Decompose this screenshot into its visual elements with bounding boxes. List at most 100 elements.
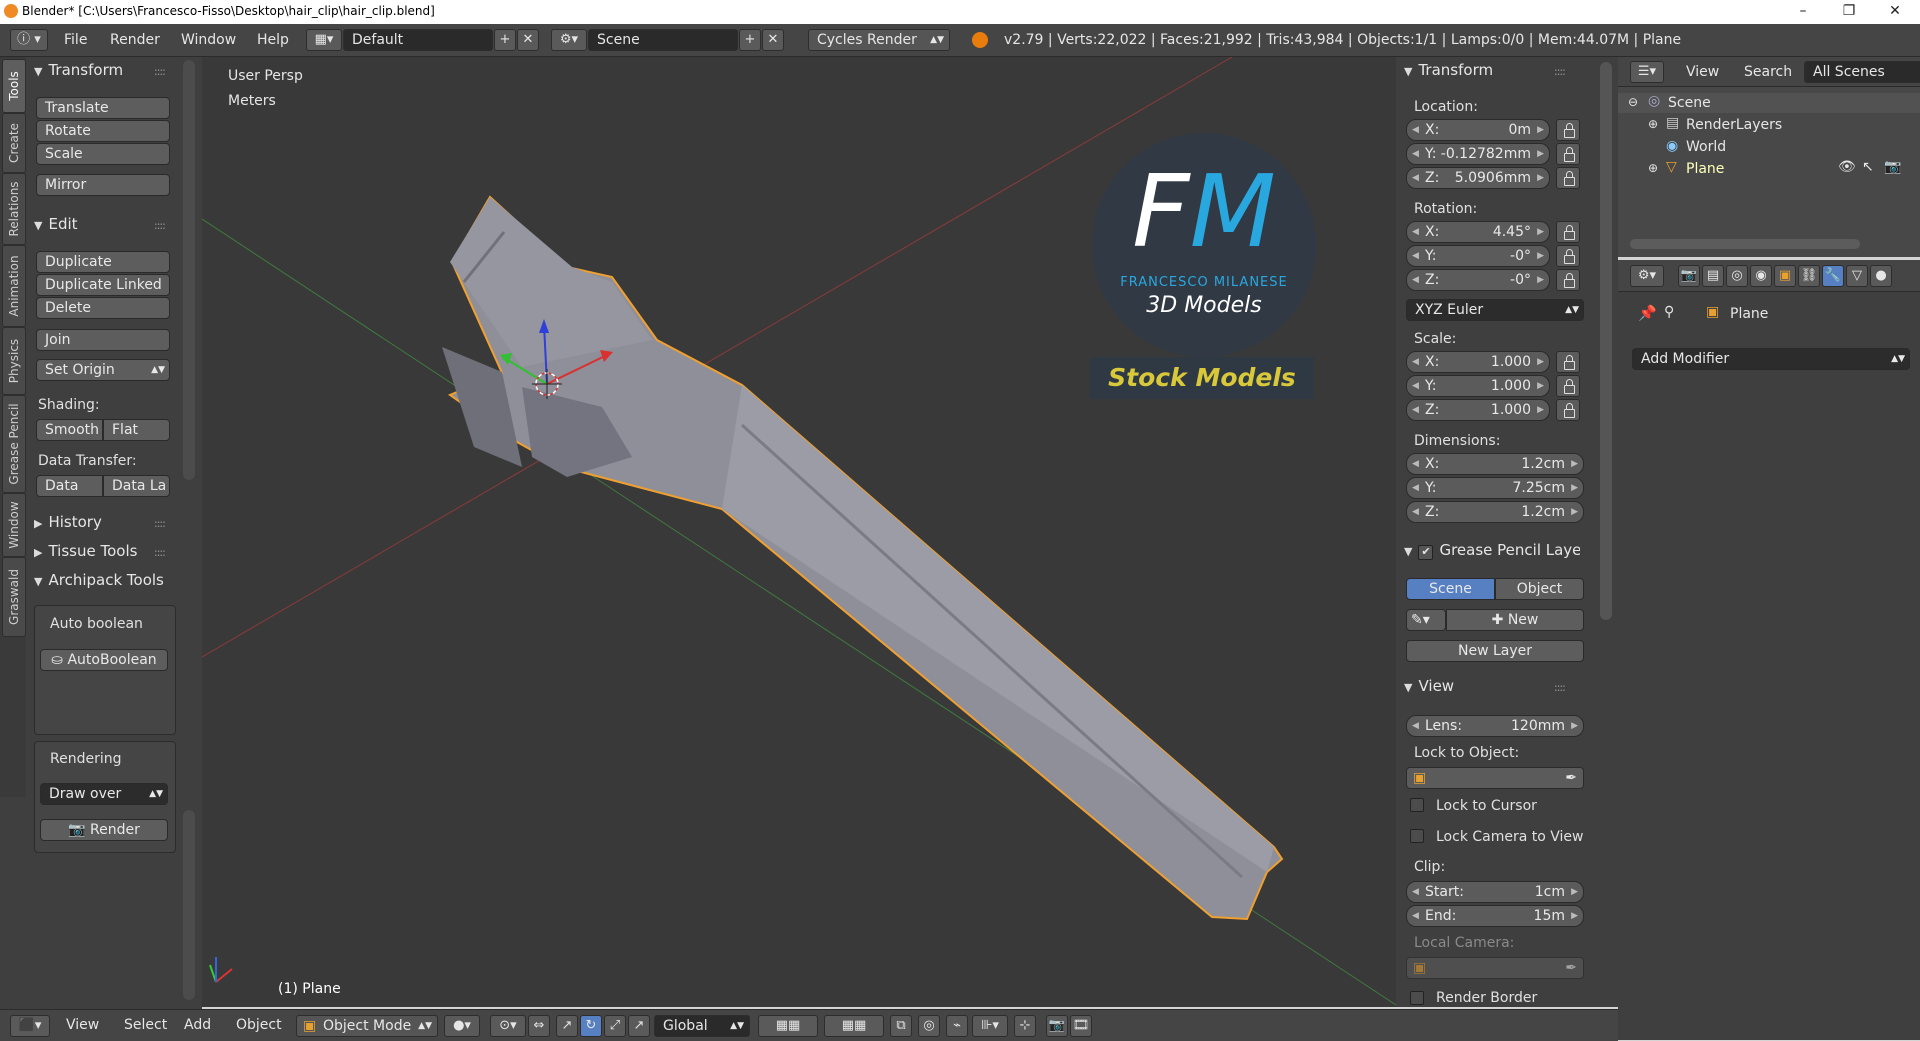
dimensions-z-field[interactable]: ◀ Z: 1.2cm ▶: [1406, 501, 1584, 523]
menu-window[interactable]: Window: [181, 32, 236, 48]
maximize-button[interactable]: ❐: [1826, 0, 1872, 24]
proportional-edit-icon[interactable]: ◎: [918, 1015, 940, 1037]
new-layer-button[interactable]: New Layer: [1406, 640, 1584, 662]
lock-to-cursor-checkbox[interactable]: [1410, 798, 1424, 812]
panel-grip-icon[interactable]: ::::: [154, 65, 166, 78]
lock-icon[interactable]: [1556, 245, 1580, 267]
manipulator-mode-icon[interactable]: ↗: [628, 1015, 650, 1037]
translate-button[interactable]: Translate: [36, 97, 170, 119]
outliner-filter-dropdown[interactable]: All Scenes: [1804, 61, 1920, 83]
scale-z-field[interactable]: ◀ Z: 1.000 ▶: [1406, 399, 1550, 421]
lock-icon[interactable]: [1556, 143, 1580, 165]
grease-pencil-checkbox[interactable]: ✔: [1418, 545, 1434, 560]
delete-button[interactable]: Delete: [36, 297, 170, 319]
data-layers-button[interactable]: Data La: [103, 475, 170, 497]
lock-object-field[interactable]: ▣ ✒: [1406, 767, 1584, 789]
pin-icon[interactable]: 📌: [1638, 304, 1657, 322]
scene-icon[interactable]: ⚙▾: [551, 29, 587, 51]
join-button[interactable]: Join: [36, 329, 170, 351]
rotation-x-field[interactable]: ◀ X: 4.45° ▶: [1406, 221, 1550, 243]
snap-target-icon[interactable]: ⊹: [1014, 1015, 1036, 1037]
eyedropper-icon[interactable]: ✒: [1565, 958, 1577, 978]
screen-layout-field[interactable]: Default: [343, 29, 493, 51]
panel-grip-icon[interactable]: ::::: [154, 546, 166, 559]
history-panel-header[interactable]: ▶ History: [34, 513, 102, 531]
properties-editor-icon[interactable]: ⚙▾: [1630, 265, 1664, 287]
data-tab-icon[interactable]: ▽: [1846, 265, 1868, 287]
outliner-search-menu[interactable]: Search: [1744, 64, 1792, 80]
rotation-mode-dropdown[interactable]: XYZ Euler ▲▼: [1406, 299, 1584, 321]
manipulator-toggle-icon[interactable]: ⇔: [528, 1015, 550, 1037]
add-modifier-dropdown[interactable]: Add Modifier ▲▼: [1632, 348, 1910, 370]
render-camera-icon[interactable]: 📷: [1884, 159, 1901, 175]
material-tab-icon[interactable]: ●: [1870, 265, 1892, 287]
toolshelf-scrollbar[interactable]: [183, 60, 195, 480]
close-button[interactable]: ✕: [1872, 0, 1918, 24]
tab-physics[interactable]: Physics: [2, 327, 26, 395]
add-scene-icon[interactable]: +: [739, 29, 761, 51]
rotate-manipulator-icon[interactable]: ↻: [580, 1015, 602, 1037]
select-cursor-icon[interactable]: ↖: [1862, 159, 1874, 175]
autoboolean-button[interactable]: ⛀ AutoBoolean: [40, 649, 168, 671]
layers-grid-1[interactable]: ▦▦: [758, 1015, 818, 1037]
dimensions-x-field[interactable]: ◀ X: 1.2cm ▶: [1406, 453, 1584, 475]
edit-panel-header[interactable]: ▼ Edit: [34, 215, 78, 233]
archipack-panel-header[interactable]: ▼ Archipack Tools: [34, 571, 174, 589]
lock-icon[interactable]: [1556, 269, 1580, 291]
render-border-checkbox[interactable]: [1410, 991, 1424, 1005]
menu-help[interactable]: Help: [257, 32, 289, 48]
new-grease-button[interactable]: ✚ New: [1446, 609, 1584, 631]
render-layers-tab-icon[interactable]: ▤: [1702, 265, 1724, 287]
outliner-item-scene[interactable]: Scene: [1668, 95, 1711, 111]
menu-view[interactable]: View: [66, 1017, 99, 1033]
set-origin-dropdown[interactable]: Set Origin ▲▼: [36, 359, 170, 381]
object-tab-icon[interactable]: ▣: [1774, 265, 1796, 287]
local-camera-field[interactable]: ▣ ✒: [1406, 957, 1584, 979]
draw-over-dropdown[interactable]: Draw over ▲▼: [40, 783, 168, 805]
scene-field[interactable]: Scene: [588, 29, 738, 51]
outliner-view-menu[interactable]: View: [1686, 64, 1719, 80]
panel-grip-icon[interactable]: ::::: [154, 219, 166, 232]
tab-tools[interactable]: Tools: [2, 59, 26, 113]
outliner-item-plane[interactable]: Plane: [1686, 161, 1724, 177]
mode-dropdown[interactable]: ▣ Object Mode ▲▼: [296, 1015, 438, 1037]
duplicate-linked-button[interactable]: Duplicate Linked: [36, 274, 170, 296]
lock-icon[interactable]: [1556, 375, 1580, 397]
lock-icon[interactable]: [1556, 221, 1580, 243]
tab-window[interactable]: Window: [2, 493, 26, 557]
expand-icon[interactable]: ⊖: [1628, 95, 1638, 109]
location-y-field[interactable]: ◀ Y: -0.12782mm ▶: [1406, 143, 1550, 165]
grease-object-tab[interactable]: Object: [1495, 578, 1584, 600]
location-x-field[interactable]: ◀ X: 0m ▶: [1406, 119, 1550, 141]
clip-start-field[interactable]: ◀ Start: 1cm ▶: [1406, 881, 1584, 903]
grease-pencil-layer-header[interactable]: ▼ ✔ Grease Pencil Layer: [1404, 541, 1580, 560]
render-engine-select[interactable]: Cycles Render ▲▼: [808, 29, 950, 51]
tab-graswald[interactable]: Graswald: [2, 557, 26, 637]
panel-grip-icon[interactable]: ::::: [154, 517, 166, 530]
tab-relations[interactable]: Relations: [2, 173, 26, 245]
outliner-item-renderlayers[interactable]: RenderLayers: [1686, 117, 1782, 133]
scale-y-field[interactable]: ◀ Y: 1.000 ▶: [1406, 375, 1550, 397]
expand-icon[interactable]: ⊕: [1648, 117, 1658, 131]
modifiers-tab-icon[interactable]: 🔧: [1822, 265, 1844, 287]
outliner-editor-icon[interactable]: ☰▾: [1630, 61, 1664, 83]
pivot-point-icon[interactable]: ⊙▾: [490, 1015, 526, 1037]
lens-field[interactable]: ◀ Lens: 120mm ▶: [1406, 715, 1584, 737]
transform-props-header[interactable]: ▼ Transform: [1404, 61, 1493, 79]
location-z-field[interactable]: ◀ Z: 5.0906mm ▶: [1406, 167, 1550, 189]
world-tab-icon[interactable]: ◉: [1750, 265, 1772, 287]
grease-pencil-icon[interactable]: ✎▾: [1406, 609, 1446, 631]
viewport-shading-icon[interactable]: ●▾: [444, 1015, 480, 1037]
scale-x-field[interactable]: ◀ X: 1.000 ▶: [1406, 351, 1550, 373]
render-tab-icon[interactable]: 📷: [1678, 265, 1700, 287]
rotate-button[interactable]: Rotate: [36, 120, 170, 142]
layout-grid-icon[interactable]: ▦▾: [306, 29, 342, 51]
3d-viewport[interactable]: User Persp Meters (1) Plane FM FRANCESCO…: [202, 57, 1396, 1007]
add-layout-icon[interactable]: +: [494, 29, 516, 51]
eyedropper-icon[interactable]: ✒: [1565, 768, 1577, 788]
visibility-eye-icon[interactable]: 👁: [1838, 159, 1856, 175]
expand-icon[interactable]: ⊕: [1648, 161, 1658, 175]
render-still-icon[interactable]: 📷: [1046, 1015, 1068, 1037]
toolshelf-lower-scrollbar[interactable]: [183, 810, 195, 1000]
lock-icon[interactable]: [1556, 351, 1580, 373]
